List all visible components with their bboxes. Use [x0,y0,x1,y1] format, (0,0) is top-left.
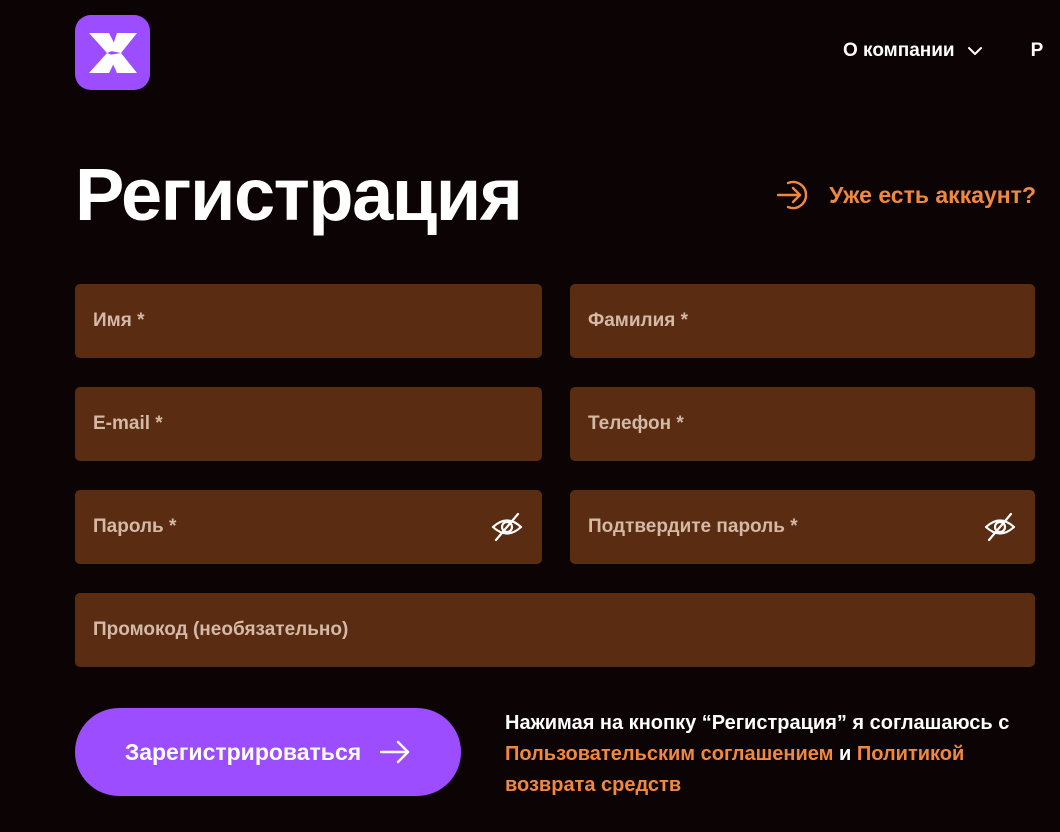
nav-item-label: О компании [843,40,955,61]
email-field[interactable] [75,387,542,461]
registration-page: О компании Р Регистрация Уже есть аккаун… [0,0,1060,832]
first-name-input[interactable] [93,310,524,332]
eye-off-icon[interactable] [983,510,1017,544]
password-field[interactable] [75,490,542,564]
eye-off-icon[interactable] [490,510,524,544]
promo-field[interactable] [75,593,1035,667]
agreement-and: и [833,743,857,765]
password-input[interactable] [93,516,482,538]
phone-field[interactable] [570,387,1035,461]
nav-item-label: Р [1030,40,1044,61]
arrow-right-circle-icon [776,180,808,210]
x-logo-icon [88,32,137,73]
password-confirm-input[interactable] [588,516,975,538]
nav-item-about[interactable]: О компании [843,40,983,62]
agreement-prefix: Нажимая на кнопку “Регистрация” я соглаш… [505,712,1010,734]
arrow-right-icon [379,740,410,764]
first-name-field[interactable] [75,284,542,358]
phone-input[interactable] [588,413,1017,435]
page-title: Регистрация [75,153,523,236]
register-button-label: Зарегистрироваться [124,738,362,765]
last-name-field[interactable] [570,284,1035,358]
nav-item-cut[interactable]: Р [1031,40,1044,62]
promo-input[interactable] [93,619,1017,641]
top-nav: О компании Р [843,40,1043,62]
password-confirm-field[interactable] [570,490,1035,564]
register-button[interactable]: Зарегистрироваться [75,708,461,796]
login-link[interactable]: Уже есть аккаунт? [775,176,1036,214]
login-link-label: Уже есть аккаунт? [829,181,1036,208]
terms-link[interactable]: Пользовательским соглашением [505,743,833,765]
last-name-input[interactable] [588,310,1017,332]
email-input[interactable] [93,413,524,435]
logo[interactable] [75,15,150,90]
chevron-down-icon [967,47,982,55]
agreement-text: Нажимая на кнопку “Регистрация” я соглаш… [505,708,1045,801]
